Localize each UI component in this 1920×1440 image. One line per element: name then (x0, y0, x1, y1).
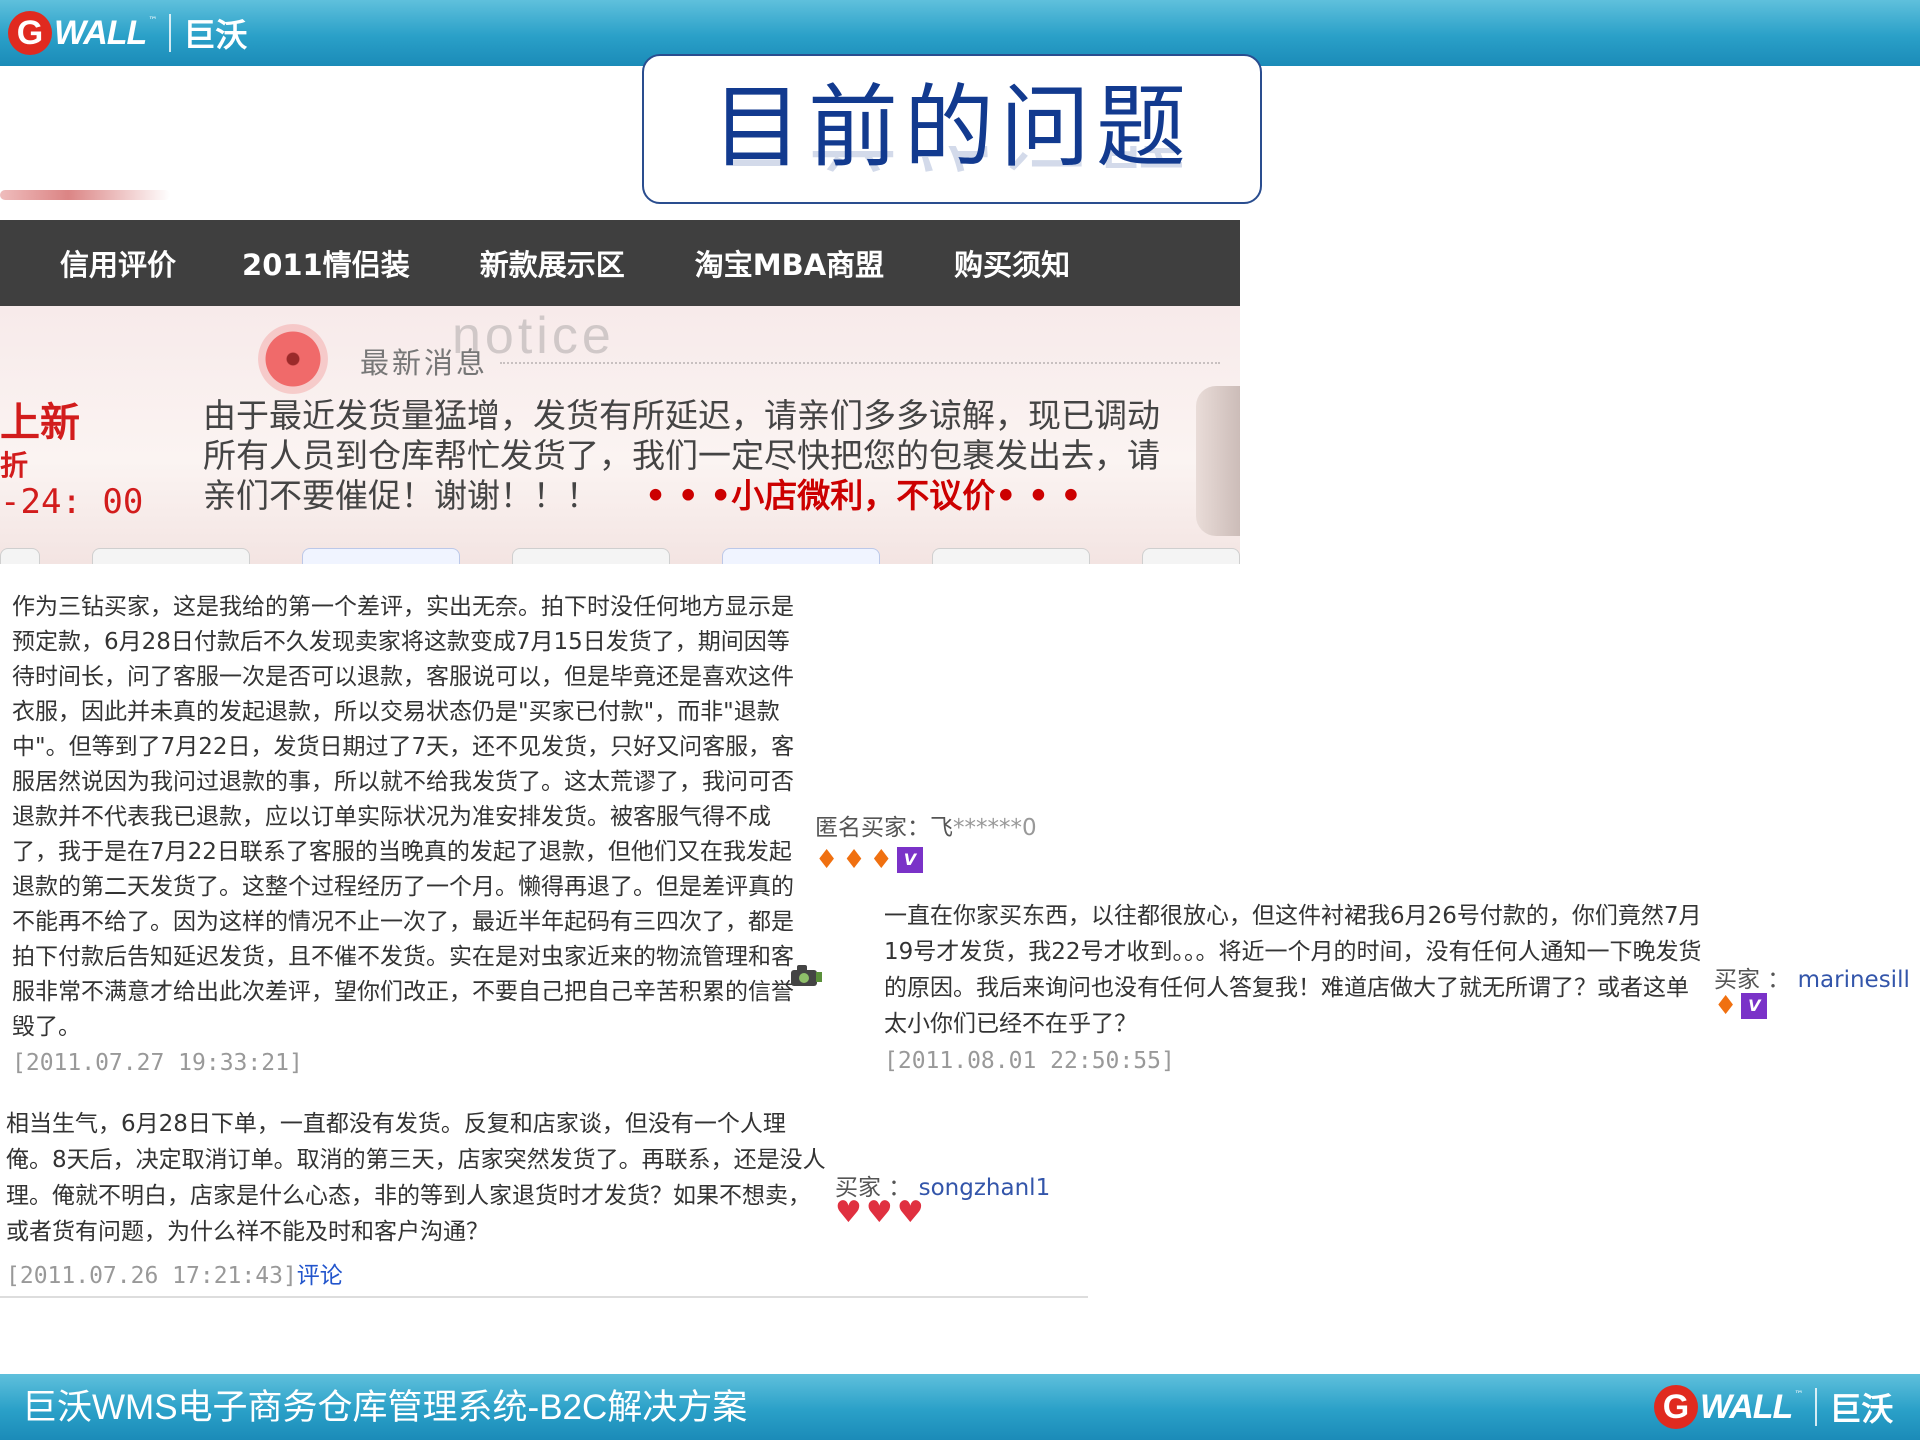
notice-body: 由于最近发货量猛增，发货有所延迟，请亲们多多谅解，现已调动所有人员到仓库帮忙发货… (203, 396, 1183, 516)
leave-message-button[interactable] (512, 548, 670, 564)
review-1-time: [2011.07.27 19:33:21] (12, 1050, 303, 1076)
logo-wall-text: WALL (54, 13, 147, 52)
logo-chinese-name: 巨沃 (1829, 1390, 1894, 1428)
buyer-name[interactable]: 飞 (930, 815, 953, 841)
gwall-logo-top: G WALL ™ 巨沃 (8, 10, 247, 56)
review-3-time: [2011.07.26 17:21:43] (6, 1263, 297, 1289)
nav-item-new-arrivals[interactable]: 新款展示区 (480, 242, 625, 284)
leave-message-button[interactable] (0, 548, 40, 564)
review-2-text: 一直在你家买东西，以往都很放心，但这件衬裙我6月26号付款的，你们竟然7月19号… (884, 903, 1702, 1037)
cup-image (1196, 386, 1240, 536)
vip-badge-icon: V (1741, 993, 1768, 1019)
review-3-badges: ♥ ♥ ♥ (835, 1198, 924, 1228)
buyer-name[interactable]: marinesill (1798, 967, 1910, 993)
diamond-icon: ♦ (1714, 991, 1738, 1021)
logo-divider (169, 14, 172, 52)
buyer-label: 买家 ： (1714, 967, 1791, 993)
review-3-time-row: [2011.07.26 17:21:43]评论 (6, 1256, 343, 1290)
camera-icon (791, 965, 822, 986)
buyer-label: 匿名买家： (815, 815, 930, 841)
diamond-icon: ♦ (842, 845, 866, 875)
logo-trademark: ™ (1794, 1390, 1804, 1400)
nav-item-purchase-notes[interactable]: 购买须知 (954, 242, 1070, 284)
shop-notice-panel: notice 最新消息 上新 折 -24: 00 由于最近发货量猛增，发货有所延… (0, 306, 1240, 564)
buyer-name-mask: ******0 (953, 815, 1037, 841)
flower-icon (258, 324, 328, 394)
review-1-text: 作为三钻买家，这是我给的第一个差评，实出无奈。拍下时没任何地方显示是预定款，6月… (12, 594, 795, 1040)
review-divider (0, 1296, 1088, 1298)
shop-button-row (0, 548, 1240, 564)
shop-nav-bar: 信用评价 2011情侣装 新款展示区 淘宝MBA商盟 购买须知 (0, 220, 1240, 306)
review-2-buyer: 买家 ： marinesill (1714, 960, 1910, 994)
comment-link[interactable]: 评论 (297, 1263, 343, 1289)
buyer-name[interactable]: songzhanl1 (919, 1175, 1051, 1201)
leave-message-button[interactable] (932, 548, 1090, 564)
contact-me-button[interactable] (302, 548, 460, 564)
review-2-badges: ♦ V (1714, 991, 1768, 1021)
diamond-icon: ♦ (869, 845, 893, 875)
side-text-time: -24: 00 (0, 482, 144, 522)
notice-divider (500, 362, 1220, 364)
nav-item-credit[interactable]: 信用评价 (60, 242, 176, 284)
notice-slogan: • • •小店微利，不议价• • • (645, 476, 1082, 515)
heart-icon: ♥ (865, 1195, 893, 1230)
nav-item-mba-alliance[interactable]: 淘宝MBA商盟 (695, 242, 884, 284)
diamond-icon: ♦ (815, 845, 839, 875)
footer-caption: 巨沃WMS电子商务仓库管理系统-B2C解决方案 (22, 1388, 748, 1427)
logo-divider (1815, 1388, 1818, 1426)
vip-badge-icon: V (896, 847, 923, 873)
logo-chinese-name: 巨沃 (183, 16, 248, 54)
title-box: 目前的问题 目前的问题 (642, 54, 1262, 204)
heart-icon: ♥ (896, 1195, 924, 1230)
contact-me-button[interactable] (722, 548, 880, 564)
review-1-badges: ♦ ♦ ♦ V (815, 846, 923, 874)
side-text-discount: 折 (0, 449, 29, 482)
review-2-time: [2011.08.01 22:50:55] (884, 1048, 1175, 1074)
leave-message-button[interactable] (1142, 548, 1240, 564)
logo-wall-text: WALL (1700, 1387, 1793, 1426)
slide-title-reflection: 目前的问题 (644, 146, 1260, 176)
nav-item-couple-wear[interactable]: 2011情侣装 (242, 242, 410, 284)
notice-heading: 最新消息 (360, 346, 489, 380)
side-text-new: 上新 (0, 400, 80, 446)
leave-message-button[interactable] (92, 548, 250, 564)
review-3-text: 相当生气，6月28日下单，一直都没有发货。反复和店家谈，但没有一个人理俺。8天后… (6, 1111, 826, 1245)
slide: G WALL ™ 巨沃 目前的问题 目前的问题 信用评价 2011情侣装 新款展… (0, 0, 1920, 1440)
logo-g-letter: G (1654, 1385, 1698, 1429)
gwall-logo-bottom: G WALL ™ 巨沃 (1654, 1384, 1893, 1430)
review-1-buyer: 匿名买家：飞******0 (815, 808, 1037, 842)
shop-banner-fragment (0, 190, 170, 200)
heart-icon: ♥ (835, 1195, 862, 1230)
logo-g-letter: G (8, 11, 52, 55)
logo-trademark: ™ (148, 16, 158, 26)
